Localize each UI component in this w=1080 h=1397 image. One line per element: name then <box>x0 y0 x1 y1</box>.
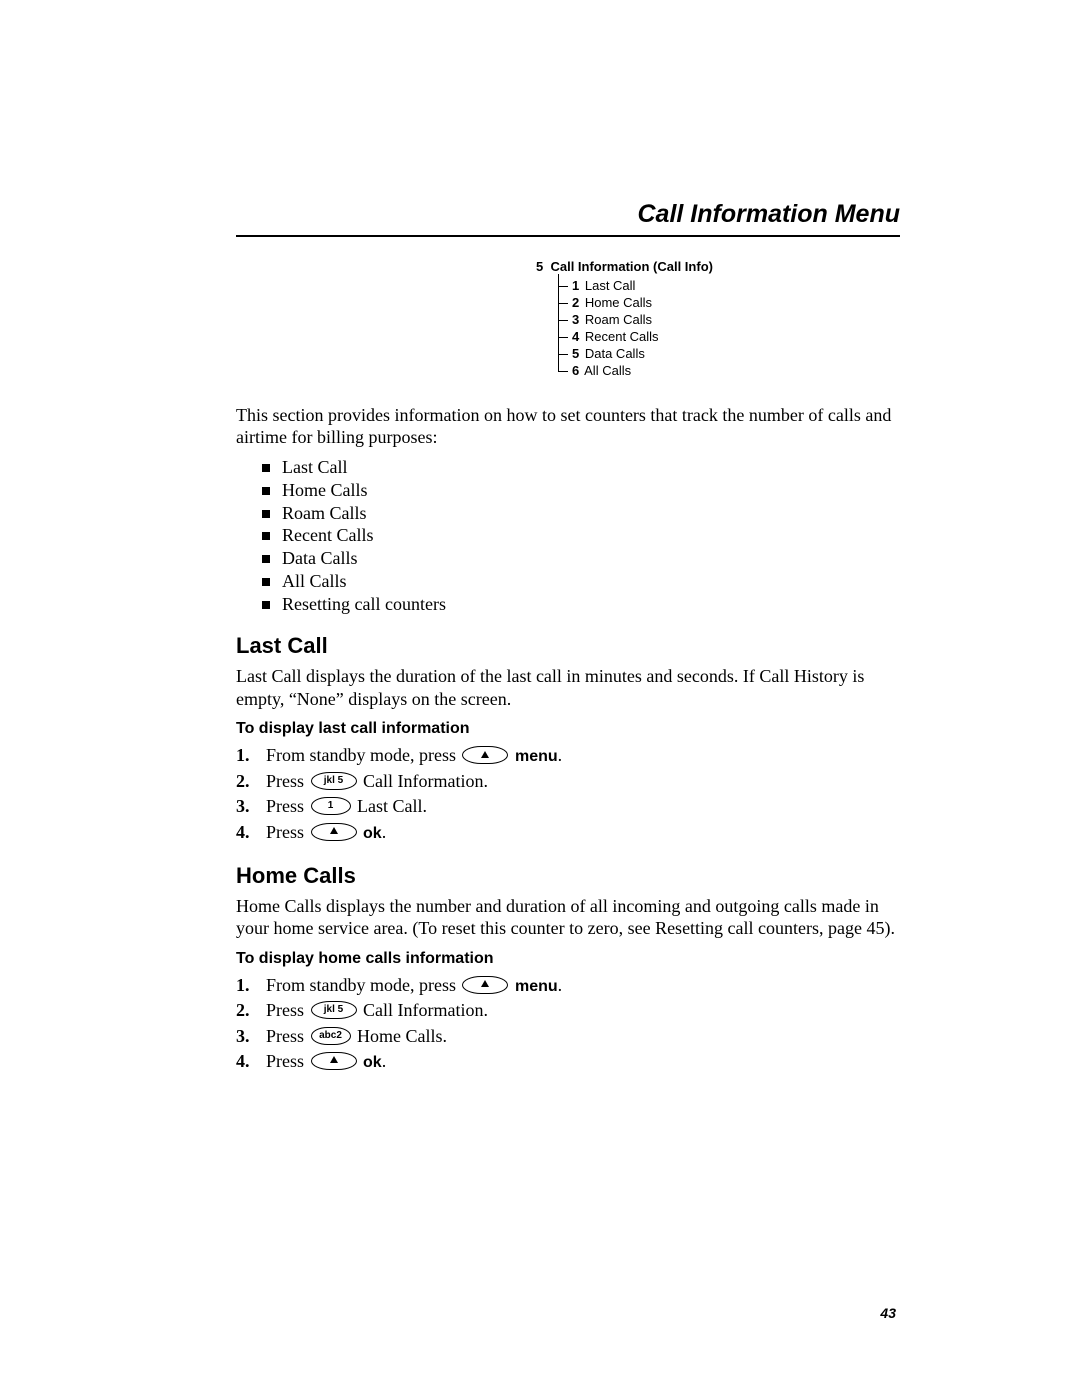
nav-up-key-icon <box>462 976 508 994</box>
list-item: Data Calls <box>262 548 900 571</box>
step-text-bold: menu <box>515 748 558 765</box>
menu-item-label: Roam Calls <box>585 312 652 327</box>
menu-tree-item: 5 Data Calls <box>558 346 900 363</box>
step-number: 2. <box>236 999 250 1022</box>
step-text-pre: Press <box>266 822 309 842</box>
menu-item-label: All Calls <box>584 363 631 378</box>
section-heading-last-call: Last Call <box>236 633 900 659</box>
one-key-icon: 1 <box>311 797 351 815</box>
nav-up-key-icon <box>462 746 508 764</box>
step-item: 2. Press jkl 5 Call Information. <box>236 770 900 795</box>
step-number: 3. <box>236 795 250 818</box>
menu-item-label: Home Calls <box>585 295 652 310</box>
list-item: All Calls <box>262 571 900 594</box>
last-call-paragraph: Last Call displays the duration of the l… <box>236 665 900 710</box>
step-text-pre: Press <box>266 796 309 816</box>
page-title-block: Call Information Menu <box>236 200 900 237</box>
section-heading-home-calls: Home Calls <box>236 863 900 889</box>
jkl5-key-icon: jkl 5 <box>311 1001 357 1019</box>
menu-item-num: 6 <box>572 363 579 378</box>
step-text-bold: ok <box>363 1054 382 1071</box>
list-item: Roam Calls <box>262 503 900 526</box>
abc2-key-icon: abc2 <box>311 1027 351 1045</box>
menu-item-label: Last Call <box>585 278 636 293</box>
step-text-bold: menu <box>515 978 558 995</box>
step-text-post: Home Calls. <box>357 1026 447 1046</box>
step-text-post: Call Information. <box>363 771 488 791</box>
step-text-post: Call Information. <box>363 1000 488 1020</box>
step-item: 1. From standby mode, press menu. <box>236 744 900 770</box>
step-item: 1. From standby mode, press menu. <box>236 974 900 1000</box>
home-calls-steps: 1. From standby mode, press menu. 2. Pre… <box>236 974 900 1076</box>
home-calls-subhead: To display home calls information <box>236 950 900 968</box>
step-item: 4. Press ok. <box>236 1050 900 1076</box>
step-text-post: . <box>558 975 563 995</box>
step-number: 1. <box>236 744 250 767</box>
step-number: 2. <box>236 770 250 793</box>
step-text-post: . <box>558 745 563 765</box>
step-item: 4. Press ok. <box>236 821 900 847</box>
step-item: 2. Press jkl 5 Call Information. <box>236 999 900 1024</box>
step-item: 3. Press 1 Last Call. <box>236 795 900 820</box>
home-calls-paragraph: Home Calls displays the number and durat… <box>236 895 900 940</box>
step-text-pre: Press <box>266 1051 309 1071</box>
step-item: 3. Press abc2 Home Calls. <box>236 1025 900 1050</box>
menu-tree-header-num: 5 <box>536 259 543 274</box>
step-text-pre: Press <box>266 1026 309 1046</box>
nav-up-key-icon <box>311 1052 357 1070</box>
page-number: 43 <box>880 1305 896 1321</box>
list-item: Home Calls <box>262 480 900 503</box>
menu-tree-item: 6 All Calls <box>558 363 900 380</box>
step-text-post: . <box>382 822 387 842</box>
step-text-pre: Press <box>266 1000 309 1020</box>
last-call-subhead: To display last call information <box>236 720 900 738</box>
list-item: Recent Calls <box>262 525 900 548</box>
step-text-pre: From standby mode, press <box>266 975 460 995</box>
intro-bullet-list: Last Call Home Calls Roam Calls Recent C… <box>262 457 900 618</box>
menu-item-num: 2 <box>572 295 579 310</box>
menu-tree-item: 1 Last Call <box>558 278 900 295</box>
page-title: Call Information Menu <box>638 200 901 228</box>
nav-up-key-icon <box>311 823 357 841</box>
menu-tree-item: 4 Recent Calls <box>558 329 900 346</box>
menu-tree-item: 2 Home Calls <box>558 295 900 312</box>
menu-item-label: Data Calls <box>585 346 645 361</box>
menu-tree-item: 3 Roam Calls <box>558 312 900 329</box>
step-number: 4. <box>236 821 250 844</box>
step-text-pre: Press <box>266 771 309 791</box>
step-number: 3. <box>236 1025 250 1048</box>
manual-page: Call Information Menu 5 Call Information… <box>0 0 1080 1397</box>
step-text-post: . <box>382 1051 387 1071</box>
step-text-pre: From standby mode, press <box>266 745 460 765</box>
menu-item-label: Recent Calls <box>585 329 659 344</box>
menu-tree-header-label: Call Information (Call Info) <box>550 259 713 274</box>
last-call-steps: 1. From standby mode, press menu. 2. Pre… <box>236 744 900 846</box>
list-item: Resetting call counters <box>262 594 900 617</box>
list-item: Last Call <box>262 457 900 480</box>
menu-item-num: 3 <box>572 312 579 327</box>
step-text-bold: ok <box>363 825 382 842</box>
menu-tree-items: 1 Last Call 2 Home Calls 3 Roam Calls 4 … <box>558 274 900 380</box>
step-number: 1. <box>236 974 250 997</box>
menu-item-num: 1 <box>572 278 579 293</box>
jkl5-key-icon: jkl 5 <box>311 772 357 790</box>
intro-paragraph: This section provides information on how… <box>236 404 900 449</box>
menu-item-num: 4 <box>572 329 579 344</box>
menu-item-num: 5 <box>572 346 579 361</box>
step-text-post: Last Call. <box>357 796 427 816</box>
step-number: 4. <box>236 1050 250 1073</box>
menu-tree-header: 5 Call Information (Call Info) <box>536 259 900 274</box>
menu-tree: 5 Call Information (Call Info) 1 Last Ca… <box>536 259 900 380</box>
